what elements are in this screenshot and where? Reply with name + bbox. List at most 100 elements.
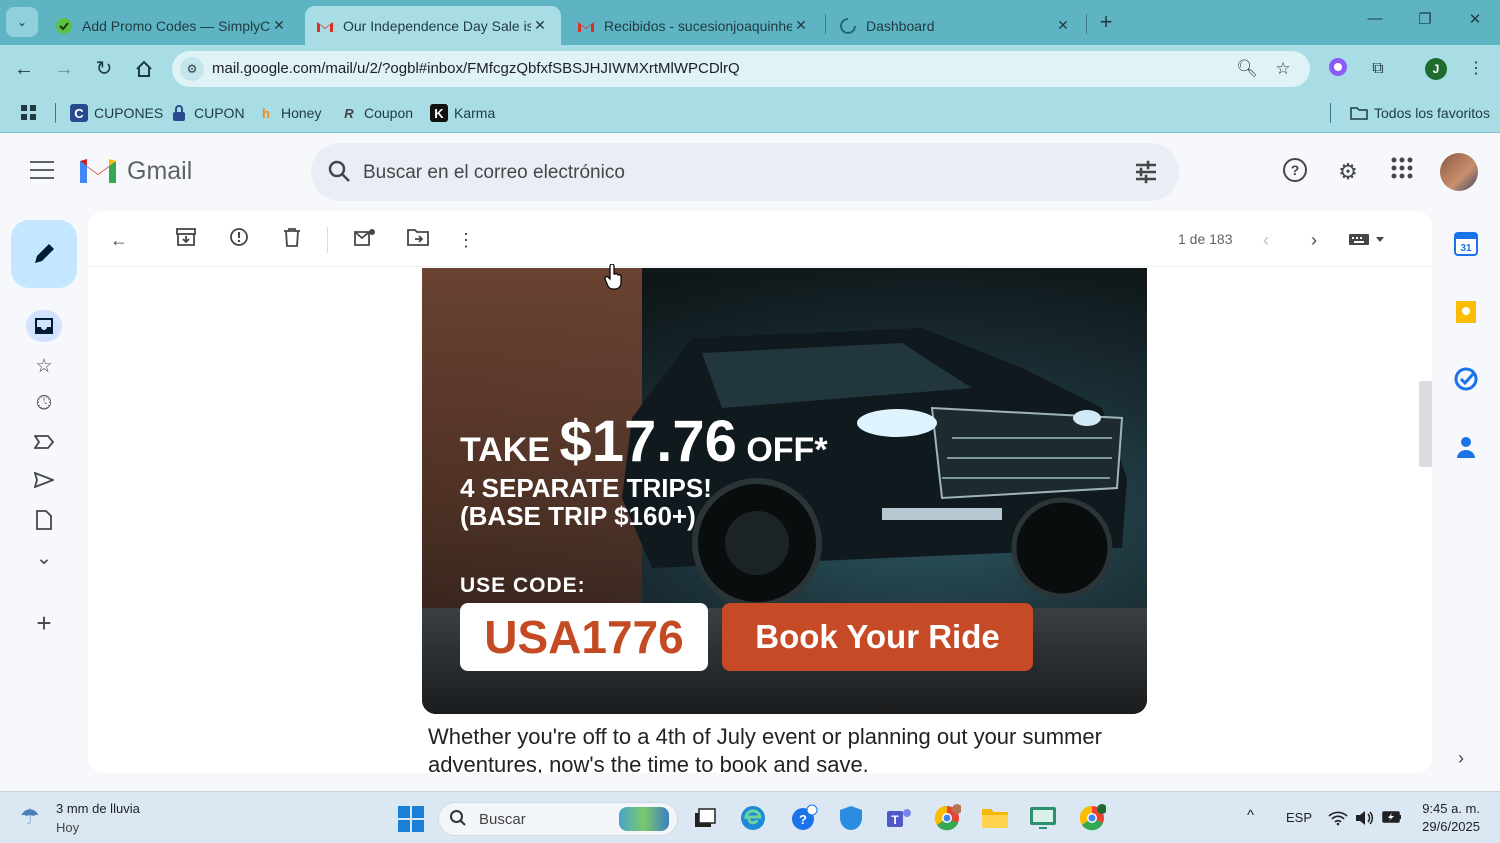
tab-title: Recibidos - sucesionjoaquinher [604,17,792,34]
mail-search-bar[interactable]: Buscar en el correo electrónico [311,143,1179,201]
older-email-chevron-right-icon[interactable]: › [1301,227,1327,253]
extensions-puzzle-icon[interactable]: ⧉ [1366,57,1390,81]
calendar-icon[interactable]: 31 [1453,231,1479,257]
google-apps-icon[interactable] [1387,157,1417,187]
promo-discount-headline: TAKE $17.76 OFF* [460,408,828,475]
close-window-button[interactable]: ✕ [1460,10,1490,28]
rain-weather-icon[interactable]: ☂ [20,804,40,830]
promo-take-text: TAKE [460,431,551,469]
weather-summary[interactable]: 3 mm de lluvia [56,801,140,816]
nav-more[interactable]: ⌄ [26,542,62,574]
apps-grid-icon[interactable] [20,102,38,124]
nav-sent[interactable] [26,464,62,496]
security-shield-app-icon[interactable] [836,803,866,833]
file-explorer-icon[interactable] [980,803,1010,833]
back-to-inbox-icon[interactable]: ← [106,227,132,253]
email-action-toolbar: ← ⋮ 1 de 183 ‹ › [88,211,1432,267]
gmail-logo-icon[interactable] [78,155,118,185]
battery-charging-icon[interactable] [1382,810,1402,827]
input-tools-keyboard-icon[interactable] [1346,227,1390,253]
nav-snoozed[interactable]: 🕓︎ [26,388,62,420]
minimize-button[interactable]: — [1360,10,1390,27]
bookmark-coupon[interactable]: R Coupon [340,102,413,124]
nav-important[interactable] [26,426,62,458]
book-your-ride-button[interactable]: Book Your Ride [722,603,1033,671]
contacts-icon[interactable] [1453,434,1479,460]
chrome-profile-1-icon[interactable] [932,803,962,833]
bookmark-label: Coupon [364,105,414,121]
promo-code-box[interactable]: USA1776 [460,603,708,671]
weather-day: Hoy [56,820,80,835]
tab-dashboard[interactable]: Dashboard ✕ [828,6,1084,45]
edge-browser-icon[interactable] [738,803,768,833]
close-tab-icon[interactable]: ✕ [792,17,810,34]
search-options-icon[interactable] [1133,159,1159,185]
tab-search-button[interactable]: ⌄ [6,7,38,37]
promo-banner-image[interactable]: TAKE $17.76 OFF* 4 SEPARATE TRIPS! (BASE… [422,268,1147,714]
remote-desktop-app-icon[interactable] [1028,803,1058,833]
archive-icon[interactable] [173,227,199,253]
home-button[interactable] [130,55,158,83]
extension-icon[interactable] [1326,57,1350,81]
back-button[interactable]: ← [10,55,38,83]
nav-inbox[interactable] [26,310,62,342]
scrollbar-thumb[interactable] [1419,381,1432,467]
create-label-button[interactable]: + [26,607,62,639]
reload-button[interactable]: ↻ [90,55,118,83]
settings-gear-icon[interactable]: ⚙ [1333,157,1363,187]
bookmark-label: CUPON [194,105,245,121]
expand-side-panel-chevron-icon[interactable]: › [1458,748,1464,769]
show-hidden-icons-chevron-icon[interactable]: ^ [1247,807,1254,824]
move-to-folder-icon[interactable] [405,227,431,253]
tab-separator [825,14,826,34]
search-icon[interactable] [327,159,353,185]
site-settings-icon[interactable]: ⚙ [180,57,204,81]
new-tab-button[interactable]: + [1093,8,1119,36]
close-tab-icon[interactable]: ✕ [270,17,288,34]
tab-simplycodes[interactable]: Add Promo Codes — SimplyCo ✕ [44,6,300,45]
chat-help-app-icon[interactable]: ? [789,803,819,833]
close-tab-icon[interactable]: ✕ [531,17,549,34]
chrome-profile-2-icon[interactable] [1077,803,1107,833]
wifi-icon[interactable] [1328,810,1348,829]
delete-trash-icon[interactable] [279,227,305,253]
tasks-icon[interactable] [1453,366,1479,392]
help-icon[interactable]: ? [1280,157,1310,187]
close-tab-icon[interactable]: ✕ [1054,17,1072,34]
bookmark-honey[interactable]: h Honey [257,102,321,124]
compose-button[interactable] [11,220,77,288]
windows-start-icon[interactable] [398,806,424,832]
bookmark-cupon[interactable]: CUPON [170,102,245,124]
keep-notes-icon[interactable] [1453,299,1479,325]
all-bookmarks-button[interactable]: Todos los favoritos [1350,102,1490,124]
bookmark-cupones[interactable]: C CUPONES [70,102,163,124]
volume-icon[interactable] [1355,810,1375,829]
taskbar-clock-time[interactable]: 9:45 a. m. [1420,801,1480,816]
profile-avatar[interactable]: J [1425,58,1447,80]
forward-button[interactable]: → [50,55,78,83]
account-avatar[interactable] [1440,153,1478,191]
tab-gmail-recibidos[interactable]: Recibidos - sucesionjoaquinher ✕ [566,6,822,45]
bookmark-label: CUPONES [94,105,164,121]
main-menu-icon[interactable] [30,161,54,181]
teams-icon[interactable]: T [884,803,914,833]
browser-menu-icon[interactable]: ⋮ [1464,57,1488,81]
taskbar-clock-date[interactable]: 29/6/2025 [1410,819,1480,834]
bookmark-karma[interactable]: K Karma [430,102,495,124]
address-bar[interactable]: ⚙ mail.google.com/mail/u/2/?ogbl#inbox/F… [172,51,1310,87]
restore-button[interactable]: ❐ [1410,10,1440,28]
mark-unread-icon[interactable] [352,227,378,253]
input-language[interactable]: ESP [1286,810,1312,825]
svg-text:31: 31 [1460,243,1472,254]
report-spam-icon[interactable] [226,227,252,253]
task-view-icon[interactable] [690,803,720,833]
nav-starred[interactable]: ☆ [26,350,62,382]
zoom-icon[interactable]: 🔍︎ [1236,58,1258,80]
tab-title: Dashboard [866,17,935,34]
newer-email-chevron-left-icon[interactable]: ‹ [1253,227,1279,253]
more-options-icon[interactable]: ⋮ [453,227,479,253]
nav-drafts[interactable] [26,504,62,536]
tab-gmail-active[interactable]: Our Independence Day Sale is F ✕ [305,6,561,45]
bookmark-star-icon[interactable]: ☆ [1272,58,1294,80]
taskbar-search-box[interactable]: Buscar [438,802,678,836]
